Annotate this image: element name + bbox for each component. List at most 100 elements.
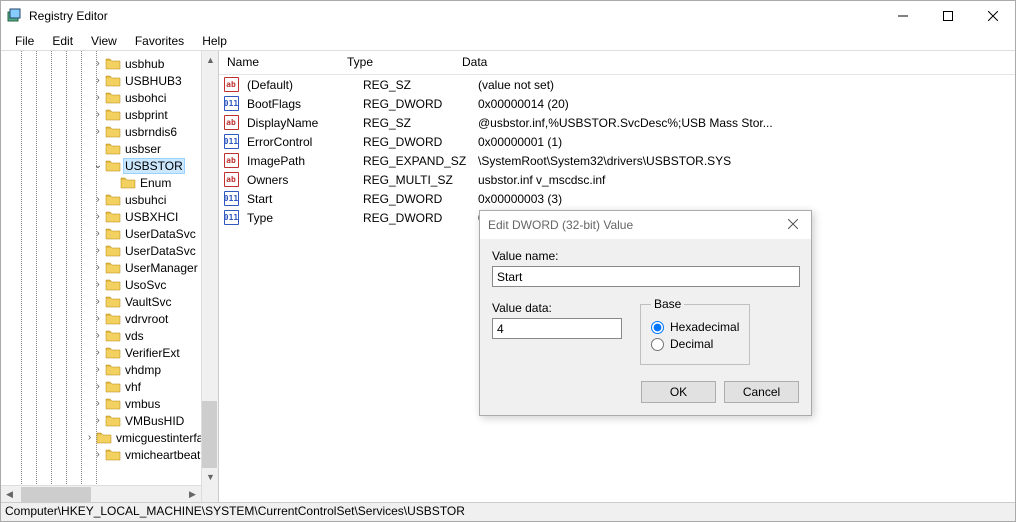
menu-help[interactable]: Help	[194, 32, 235, 50]
tree-item[interactable]: ›usbprint	[1, 106, 218, 123]
scroll-down-icon[interactable]: ▼	[202, 468, 219, 485]
tree-item-label: vdrvroot	[123, 312, 170, 326]
tree-item[interactable]: Enum	[1, 174, 218, 191]
header-data[interactable]: Data	[454, 51, 1015, 74]
chevron-right-icon[interactable]: ›	[91, 347, 105, 358]
tree-scrollbar-horizontal[interactable]: ◀ ▶	[1, 485, 201, 502]
tree-item[interactable]: › vds	[1, 327, 218, 344]
tree-item[interactable]: › vdrvroot	[1, 310, 218, 327]
list-row[interactable]: 011ErrorControlREG_DWORD0x00000001 (1)	[219, 132, 1015, 151]
value-data-label: Value data:	[492, 301, 622, 315]
header-type[interactable]: Type	[339, 51, 454, 74]
tree-item[interactable]: › USBXHCI	[1, 208, 218, 225]
radio-decimal[interactable]	[651, 338, 664, 351]
dialog-titlebar[interactable]: Edit DWORD (32-bit) Value	[480, 211, 811, 239]
chevron-right-icon[interactable]: ›	[91, 194, 105, 205]
list-row[interactable]: abOwnersREG_MULTI_SZusbstor.inf v_mscdsc…	[219, 170, 1015, 189]
chevron-right-icon[interactable]: ›	[91, 381, 105, 392]
chevron-right-icon[interactable]: ›	[91, 92, 105, 103]
tree-item-label: Enum	[138, 176, 173, 190]
tree-item[interactable]: › usbuhci	[1, 191, 218, 208]
chevron-right-icon[interactable]: ›	[91, 211, 105, 222]
tree-scrollbar-vertical[interactable]: ▲ ▼	[201, 51, 218, 502]
folder-icon	[105, 57, 121, 71]
cancel-button[interactable]: Cancel	[724, 381, 799, 403]
tree-item[interactable]: ›vhf	[1, 378, 218, 395]
tree-item-label: usbuhci	[123, 193, 168, 207]
chevron-right-icon[interactable]: ›	[91, 296, 105, 307]
chevron-right-icon[interactable]: ›	[83, 432, 96, 443]
chevron-right-icon[interactable]: ›	[91, 398, 105, 409]
header-name[interactable]: Name	[219, 51, 339, 74]
string-value-icon: ab	[223, 77, 239, 93]
tree-item-label: usbser	[123, 142, 163, 156]
dword-value-icon: 011	[223, 134, 239, 150]
string-value-icon: ab	[223, 153, 239, 169]
scroll-left-icon[interactable]: ◀	[1, 486, 18, 502]
chevron-right-icon[interactable]: ›	[91, 449, 105, 460]
tree-item[interactable]: ›UserDataSvc	[1, 225, 218, 242]
scroll-right-icon[interactable]: ▶	[184, 486, 201, 502]
list-row[interactable]: abImagePathREG_EXPAND_SZ\SystemRoot\Syst…	[219, 151, 1015, 170]
titlebar: Registry Editor	[1, 1, 1015, 31]
tree-item[interactable]: ›UserManager	[1, 259, 218, 276]
chevron-right-icon[interactable]: ›	[91, 415, 105, 426]
tree-item[interactable]: ›vmicguestinterface	[1, 429, 218, 446]
chevron-down-icon[interactable]: ⌄	[91, 160, 105, 171]
list-body[interactable]: ab(Default)REG_SZ(value not set)011BootF…	[219, 75, 1015, 227]
value-data-input[interactable]	[492, 318, 622, 339]
folder-icon	[105, 244, 121, 258]
tree-list[interactable]: ›usbhub›USBHUB3›usbohci›usbprint›usbrndi…	[1, 51, 218, 463]
tree-item-label: vmbus	[123, 397, 162, 411]
chevron-right-icon[interactable]: ›	[91, 126, 105, 137]
list-row[interactable]: 011BootFlagsREG_DWORD0x00000014 (20)	[219, 94, 1015, 113]
chevron-right-icon[interactable]: ›	[91, 313, 105, 324]
chevron-right-icon[interactable]: ›	[91, 245, 105, 256]
tree-item[interactable]: ›VMBusHID	[1, 412, 218, 429]
list-row[interactable]: 011StartREG_DWORD0x00000003 (3)	[219, 189, 1015, 208]
maximize-button[interactable]	[925, 1, 970, 31]
tree-item-label: vds	[123, 329, 146, 343]
tree-item[interactable]: ›usbhub	[1, 55, 218, 72]
menu-edit[interactable]: Edit	[44, 32, 81, 50]
tree-item[interactable]: usbser	[1, 140, 218, 157]
tree-item[interactable]: ›UserDataSvc	[1, 242, 218, 259]
dialog-close-button[interactable]	[783, 218, 803, 232]
chevron-right-icon[interactable]: ›	[91, 228, 105, 239]
chevron-right-icon[interactable]: ›	[91, 330, 105, 341]
tree-item[interactable]: ⌄ USBSTOR	[1, 157, 218, 174]
scrollbar-thumb[interactable]	[21, 487, 91, 502]
tree-item[interactable]: ›USBHUB3	[1, 72, 218, 89]
tree-item[interactable]: ›usbrndis6	[1, 123, 218, 140]
tree-item[interactable]: ›vhdmp	[1, 361, 218, 378]
tree-item[interactable]: › vmbus	[1, 395, 218, 412]
chevron-right-icon[interactable]: ›	[91, 58, 105, 69]
ok-button[interactable]: OK	[641, 381, 716, 403]
chevron-right-icon[interactable]: ›	[91, 279, 105, 290]
scrollbar-thumb[interactable]	[202, 401, 217, 471]
list-row[interactable]: ab(Default)REG_SZ(value not set)	[219, 75, 1015, 94]
tree-item[interactable]: ›UsoSvc	[1, 276, 218, 293]
minimize-button[interactable]	[880, 1, 925, 31]
list-row[interactable]: abDisplayNameREG_SZ@usbstor.inf,%USBSTOR…	[219, 113, 1015, 132]
chevron-right-icon[interactable]: ›	[91, 262, 105, 273]
tree-item-label: USBSTOR	[123, 158, 185, 174]
tree-item-label: USBXHCI	[123, 210, 180, 224]
value-name-input[interactable]	[492, 266, 800, 287]
tree-item[interactable]: ›vmicheartbeat	[1, 446, 218, 463]
chevron-right-icon[interactable]: ›	[91, 75, 105, 86]
tree-item[interactable]: ›VerifierExt	[1, 344, 218, 361]
radio-hexadecimal[interactable]	[651, 321, 664, 334]
close-button[interactable]	[970, 1, 1015, 31]
value-data: (value not set)	[474, 78, 1015, 92]
menu-file[interactable]: File	[7, 32, 42, 50]
chevron-right-icon[interactable]: ›	[91, 109, 105, 120]
chevron-right-icon[interactable]: ›	[91, 364, 105, 375]
tree-item[interactable]: ›VaultSvc	[1, 293, 218, 310]
list-header: Name Type Data	[219, 51, 1015, 75]
tree-item[interactable]: ›usbohci	[1, 89, 218, 106]
value-name: Type	[243, 211, 359, 225]
scroll-up-icon[interactable]: ▲	[202, 51, 219, 68]
menu-favorites[interactable]: Favorites	[127, 32, 192, 50]
menu-view[interactable]: View	[83, 32, 125, 50]
